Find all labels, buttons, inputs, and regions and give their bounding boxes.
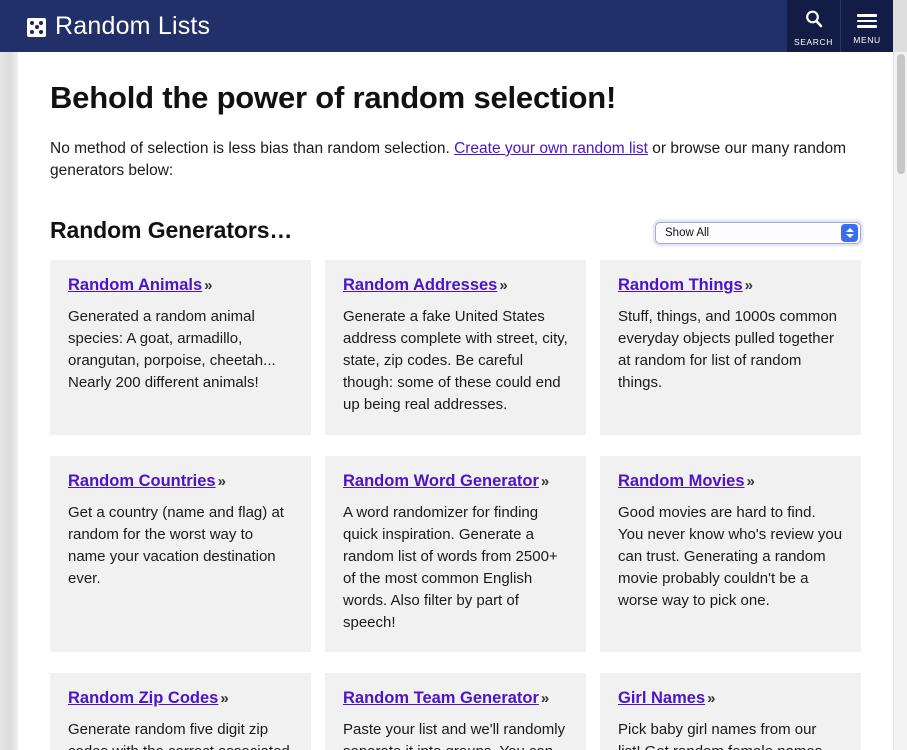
generator-card[interactable]: Girl Names» Pick baby girl names from ou… [600, 673, 861, 750]
search-button-label: SEARCH [793, 37, 834, 47]
generator-card-link[interactable]: Random Animals [68, 276, 202, 294]
generator-card-link[interactable]: Random Countries [68, 472, 216, 490]
chevron-right-icon: » [746, 473, 755, 491]
chevron-right-icon: » [499, 277, 508, 295]
generator-filter-value: Show All [665, 227, 710, 240]
section-title: Random Generators… [50, 217, 293, 244]
generator-card-description: Pick baby girl names from our list! Get … [618, 721, 822, 750]
generator-card[interactable]: Random Countries» Get a country (name an… [50, 456, 311, 653]
chevron-right-icon: » [220, 690, 229, 708]
generator-card[interactable]: Random Things» Stuff, things, and 1000s … [600, 260, 861, 436]
generator-card[interactable]: Random Movies» Good movies are hard to f… [600, 456, 861, 653]
generator-card-title: Random Word Generator» [343, 472, 568, 492]
generator-card-title: Random Countries» [68, 472, 293, 492]
hamburger-menu-icon [857, 11, 877, 31]
generator-card-description: A word randomizer for finding quick insp… [343, 504, 558, 632]
section-header: Random Generators… Show All [50, 217, 861, 245]
generator-card-link[interactable]: Random Movies [618, 472, 745, 490]
generator-card[interactable]: Random Team Generator» Paste your list a… [325, 673, 586, 750]
generator-card-description: Get a country (name and flag) at random … [68, 504, 284, 588]
chevron-right-icon: » [540, 473, 550, 491]
generator-card[interactable]: Random Animals» Generated a random anima… [50, 260, 311, 436]
menu-button-label: MENU [853, 34, 881, 45]
create-own-list-link[interactable]: Create your own random list [454, 140, 648, 157]
brand-logo-link[interactable]: Random Lists [0, 0, 787, 52]
chevron-right-icon: » [204, 277, 213, 295]
generator-card-link[interactable]: Random Things [618, 276, 743, 294]
generator-card-description: Generated a random animal species: A goa… [68, 308, 276, 392]
generator-card-description: Generate a fake United States address co… [343, 308, 568, 414]
brand-title: Random Lists [55, 11, 211, 40]
vertical-scrollbar[interactable] [893, 52, 907, 750]
generator-card-title: Random Things» [618, 276, 843, 296]
dice-icon [27, 17, 46, 37]
generator-card[interactable]: Random Word Generator» A word randomizer… [325, 456, 586, 653]
generator-card[interactable]: Random Zip Codes» Generate random five d… [50, 673, 311, 750]
generator-card-title: Random Team Generator» [343, 689, 568, 709]
generator-card-title: Random Addresses» [343, 276, 568, 296]
generator-card-title: Girl Names» [618, 689, 843, 709]
generator-card[interactable]: Random Addresses» Generate a fake United… [325, 260, 586, 436]
generator-filter-select[interactable]: Show All [655, 222, 861, 245]
generator-card-title: Random Animals» [68, 276, 293, 296]
scrollbar-thumb[interactable] [897, 54, 905, 174]
generator-card-link[interactable]: Random Word Generator [343, 472, 539, 490]
generator-card-title: Random Movies» [618, 472, 843, 492]
generator-card-link[interactable]: Random Zip Codes [68, 689, 218, 707]
chevron-right-icon: » [707, 690, 716, 708]
content-area: Behold the power of random selection! No… [18, 52, 893, 750]
chevron-right-icon: » [744, 277, 754, 295]
chevron-up-down-icon[interactable] [841, 224, 858, 243]
generator-card-description: Stuff, things, and 1000s common everyday… [618, 308, 838, 392]
chevron-right-icon: » [540, 690, 550, 708]
left-gutter [0, 52, 18, 750]
generator-card-link[interactable]: Random Team Generator [343, 689, 539, 707]
intro-paragraph: No method of selection is less bias than… [50, 138, 861, 184]
site-header: Random Lists SEARCH MENU [0, 0, 893, 52]
chevron-right-icon: » [217, 473, 226, 491]
generator-card-description: Paste your list and we'll randomly separ… [343, 721, 566, 750]
generator-card-title: Random Zip Codes» [68, 689, 293, 709]
generator-card-grid: Random Animals» Generated a random anima… [50, 260, 861, 750]
generator-card-description: Generate random five digit zip codes wit… [68, 721, 290, 750]
intro-prefix: No method of selection is less bias than… [50, 139, 455, 157]
page-title: Behold the power of random selection! [50, 80, 617, 115]
search-icon [804, 9, 824, 33]
generator-card-link[interactable]: Random Addresses [343, 276, 497, 294]
search-button[interactable]: SEARCH [787, 0, 840, 52]
generator-card-link[interactable]: Girl Names [618, 689, 705, 707]
menu-button[interactable]: MENU [840, 0, 893, 52]
generator-card-description: Good movies are hard to find. You never … [618, 504, 843, 610]
page-root: Random Lists SEARCH MENU Behold the powe… [0, 0, 907, 750]
